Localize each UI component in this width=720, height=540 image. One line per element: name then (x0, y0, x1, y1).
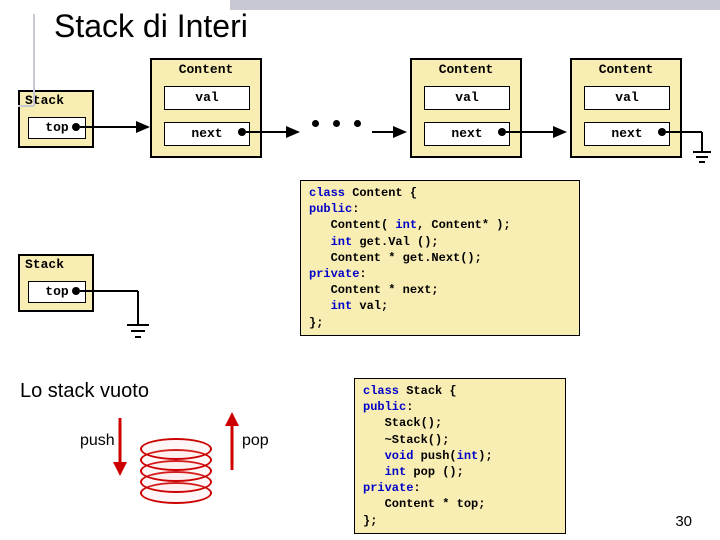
pointer-dot (658, 128, 666, 136)
push-label: push (80, 432, 115, 450)
code-content-class: class Content { public: Content( int, Co… (300, 180, 580, 336)
stack-box-empty: Stack top (18, 254, 94, 312)
val-field: val (164, 86, 250, 110)
next-field: next (584, 122, 670, 146)
content-node-2: Content val next (410, 58, 522, 158)
content-label: Content (412, 60, 520, 77)
content-node-1: Content val next (150, 58, 262, 158)
stack-label: Stack (25, 93, 64, 108)
pop-label: pop (242, 432, 269, 450)
pointer-dot (238, 128, 246, 136)
ellipsis-dots (312, 120, 361, 127)
val-field: val (424, 86, 510, 110)
content-label: Content (152, 60, 260, 77)
stack-box-main: Stack top (18, 90, 94, 148)
next-field: next (424, 122, 510, 146)
val-field: val (584, 86, 670, 110)
page-title: Stack di Interi (54, 8, 248, 45)
pointer-dot (72, 287, 80, 295)
content-label: Content (572, 60, 680, 77)
content-node-3: Content val next (570, 58, 682, 158)
decorative-band (230, 0, 720, 10)
empty-stack-label: Lo stack vuoto (20, 380, 149, 403)
pointer-dot (72, 123, 80, 131)
stack-label: Stack (25, 257, 64, 272)
pointer-dot (498, 128, 506, 136)
slide-number: 30 (675, 513, 692, 530)
code-stack-class: class Stack { public: Stack(); ~Stack();… (354, 378, 566, 534)
next-field: next (164, 122, 250, 146)
